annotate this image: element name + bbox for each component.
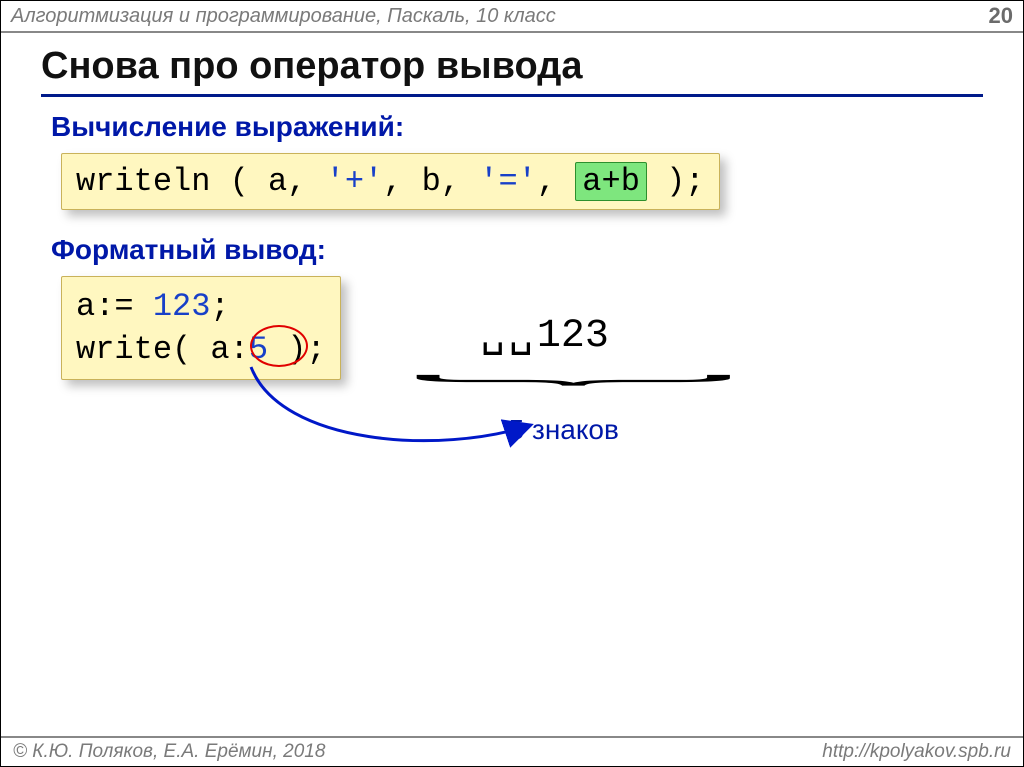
output-value: 123 [537,314,609,359]
section-expressions-label: Вычисление выражений: [51,111,983,143]
code-text: ; [210,288,229,325]
footer-url: http://kpolyakov.spb.ru [822,741,1011,763]
output-illustration: ␣␣123 } 5 знаков [481,310,619,446]
code-text: ); [268,331,326,368]
code-text: ); [647,163,705,200]
code-number: 123 [153,288,211,325]
code-number: 5 [249,331,268,368]
code-box-format: a:= 123; write( a:5 ); [61,276,341,380]
code-text: , b, [383,163,479,200]
code-string: '+' [326,163,384,200]
slide-content: Снова про оператор вывода Вычисление выр… [1,33,1023,446]
code-text: a:= [76,288,153,325]
brace-icon: } [486,373,654,386]
output-annotation: 5 знаков [509,414,619,446]
code-text: writeln ( a, [76,163,326,200]
copyright-text: © К.Ю. Поляков, Е.А. Ерёмин, 2018 [13,741,325,763]
slide-title: Снова про оператор вывода [41,45,983,97]
code-string: '=' [479,163,537,200]
output-spaces: ␣␣ [481,314,537,359]
code-text: , [537,163,575,200]
header-bar: Алгоритмизация и программирование, Паска… [1,1,1023,33]
course-title: Алгоритмизация и программирование, Паска… [11,5,556,28]
footer-bar: © К.Ю. Поляков, Е.А. Ерёмин, 2018 http:/… [1,736,1023,766]
highlight-chip: a+b [575,162,647,201]
code-text: write( a: [76,331,249,368]
page-number: 20 [989,3,1013,29]
section-format-label: Форматный вывод: [51,234,983,266]
code-box-writeln: writeln ( a, '+', b, '=', a+b ); [61,153,720,210]
